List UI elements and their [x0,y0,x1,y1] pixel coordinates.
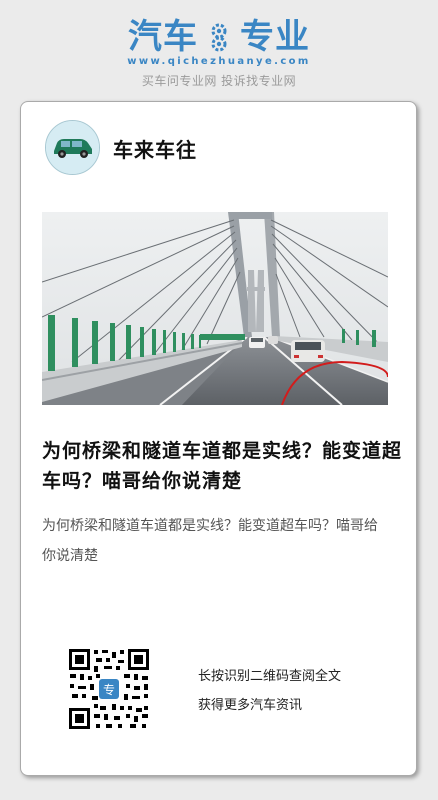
svg-text:专: 专 [103,682,115,697]
author-avatar[interactable] [45,120,100,175]
logo-text-right: 专业 [240,17,310,57]
site-domain: www.qichezhuanye.com [127,56,311,67]
logo-text-left: 汽车 [128,17,198,57]
qr-hint-read-full: 长按识别二维码查阅全文 [198,669,342,684]
gear-icon [211,23,227,52]
author-name[interactable]: 车来车往 [113,134,197,163]
green-car-icon [46,121,99,174]
qr-code-icon[interactable]: 专 [68,648,150,730]
site-logo[interactable]: 汽车 专业 [0,16,438,58]
bridge-photo [42,212,388,405]
article-title[interactable]: 为何桥梁和隧道车道都是实线？能变道超车吗？喵哥给你说清楚 [42,436,402,496]
article-card[interactable]: 车来车往 为何桥梁和隧道车道都是实线？能变道超车吗？喵哥给你说清楚 为何桥梁和隧… [20,101,417,776]
site-slogan: 买车问专业网 投诉找专业网 [141,74,297,88]
qr-hint-more-news: 获得更多汽车资讯 [198,698,303,713]
cover-image[interactable] [42,212,388,405]
site-header: 汽车 专业 www.qichezhuanye.com 买车问专业网 投诉找专业网 [0,0,438,100]
article-summary: 为何桥梁和隧道车道都是实线？能变道超车吗？喵哥给你说清楚 [42,518,378,564]
